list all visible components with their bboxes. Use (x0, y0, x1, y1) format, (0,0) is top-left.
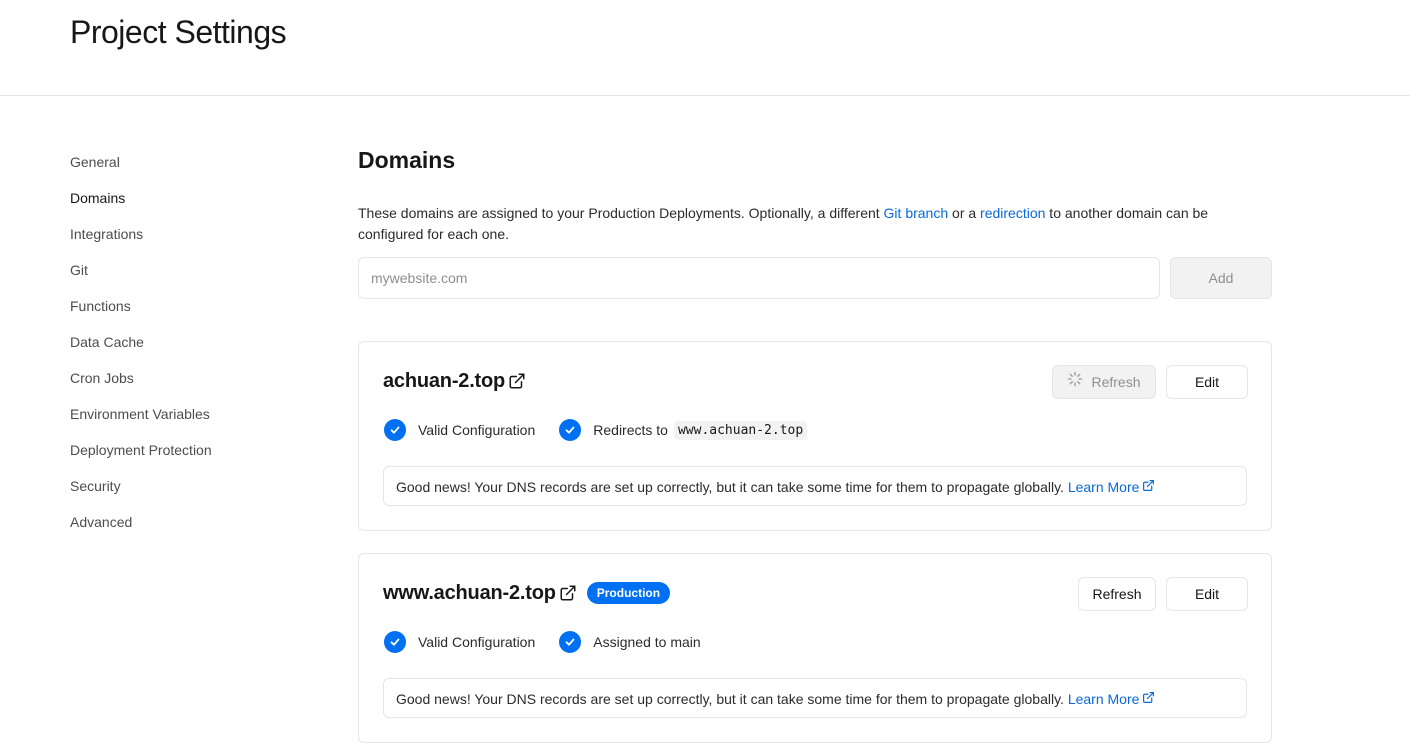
sidebar-item-cron-jobs[interactable]: Cron Jobs (70, 360, 310, 396)
section-description: These domains are assigned to your Produ… (358, 203, 1272, 245)
domain-header: www.achuan-2.top Production (383, 580, 671, 606)
domain-card: achuan-2.top Refresh Edit Valid Configur… (358, 341, 1272, 531)
refresh-button[interactable]: Refresh (1078, 577, 1156, 611)
external-link-icon[interactable] (508, 372, 526, 390)
sidebar-item-integrations[interactable]: Integrations (70, 216, 310, 252)
header-bar: Project Settings (0, 0, 1410, 96)
sidebar-item-environment-variables[interactable]: Environment Variables (70, 396, 310, 432)
domain-input[interactable] (358, 257, 1160, 299)
edit-button[interactable]: Edit (1166, 577, 1248, 611)
domain-name[interactable]: achuan-2.top (383, 370, 505, 393)
git-branch-link[interactable]: Git branch (884, 205, 949, 221)
redirect-target-code: www.achuan-2.top (673, 420, 808, 440)
description-text: These domains are assigned to your Produ… (358, 205, 884, 221)
external-link-icon[interactable] (559, 584, 577, 602)
add-button[interactable]: Add (1170, 257, 1272, 299)
spinner-icon (1067, 366, 1083, 398)
sidebar-item-deployment-protection[interactable]: Deployment Protection (70, 432, 310, 468)
sidebar-item-functions[interactable]: Functions (70, 288, 310, 324)
status-item: Valid Configuration (384, 419, 535, 441)
sidebar-item-security[interactable]: Security (70, 468, 310, 504)
domain-name[interactable]: www.achuan-2.top (383, 582, 556, 605)
sidebar-item-domains[interactable]: Domains (70, 180, 310, 216)
edit-button[interactable]: Edit (1166, 365, 1248, 399)
page-title: Project Settings (70, 14, 287, 50)
sidebar-item-data-cache[interactable]: Data Cache (70, 324, 310, 360)
description-text: or a (948, 205, 981, 221)
dns-notice: Good news! Your DNS records are set up c… (383, 678, 1247, 718)
check-circle-icon (559, 631, 582, 653)
status-text: Valid Configuration (418, 634, 536, 650)
notice-text: Good news! Your DNS records are set up c… (396, 479, 1064, 495)
learn-more-link[interactable]: Learn More (1068, 479, 1156, 495)
sidebar-item-git[interactable]: Git (70, 252, 310, 288)
check-circle-icon (384, 631, 406, 653)
settings-sidebar: General Domains Integrations Git Functio… (70, 144, 310, 540)
status-item: Assigned to main (559, 631, 701, 653)
domains-section: Domains These domains are assigned to yo… (358, 144, 1272, 743)
external-link-icon (1142, 467, 1155, 507)
learn-more-link[interactable]: Learn More (1068, 691, 1156, 707)
learn-more-label: Learn More (1067, 691, 1140, 707)
refresh-button[interactable]: Refresh (1052, 365, 1156, 399)
dns-notice: Good news! Your DNS records are set up c… (383, 466, 1247, 506)
learn-more-label: Learn More (1067, 479, 1140, 495)
sidebar-item-general[interactable]: General (70, 144, 310, 180)
domain-header: achuan-2.top (383, 368, 526, 394)
redirection-link[interactable]: redirection (980, 205, 1045, 221)
status-text: Redirects to (593, 422, 668, 438)
status-row: Valid Configuration Assigned to main (384, 630, 725, 654)
check-circle-icon (384, 419, 406, 441)
sidebar-item-advanced[interactable]: Advanced (70, 504, 310, 540)
notice-text: Good news! Your DNS records are set up c… (396, 691, 1064, 707)
domain-card: www.achuan-2.top Production Refresh Edit… (358, 553, 1272, 743)
status-text: Valid Configuration (418, 422, 536, 438)
production-badge: Production (586, 582, 671, 604)
add-domain-row: Add (358, 257, 1272, 299)
status-text: Assigned to main (593, 634, 701, 650)
external-link-icon (1142, 679, 1155, 719)
refresh-label: Refresh (1091, 374, 1141, 390)
status-item: Redirects to www.achuan-2.top (559, 419, 808, 441)
status-item: Valid Configuration (384, 631, 535, 653)
check-circle-icon (559, 419, 582, 441)
section-title: Domains (358, 147, 456, 173)
status-row: Valid Configuration Redirects to www.ach… (384, 418, 831, 442)
